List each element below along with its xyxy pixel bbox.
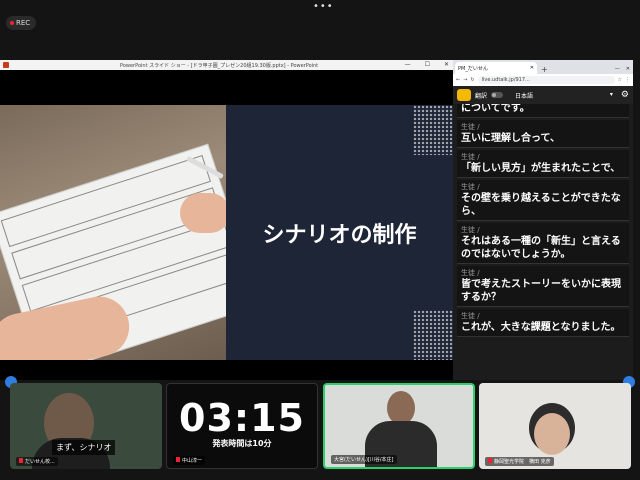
close-icon[interactable]: ✕	[626, 66, 630, 72]
more-options-icon[interactable]: •••	[313, 2, 334, 12]
timer-note: 発表時間は10分	[212, 439, 272, 448]
reload-icon[interactable]: ↻	[470, 77, 474, 83]
slide: シナリオの制作	[0, 105, 453, 360]
translate-label: 翻訳	[475, 92, 488, 100]
record-dot-icon	[10, 21, 14, 25]
udtalk-toolbar: 翻訳 日本語 ▾ ⚙	[453, 86, 633, 104]
menu-icon[interactable]: ⋮	[625, 77, 630, 83]
caption-text: それはある一種の「新生」と言えるのではないでしょうか。	[461, 236, 621, 260]
tab-title: PM_だいせん	[458, 65, 488, 72]
caption-item: 生徒 / 互いに理解し合って、	[457, 120, 629, 148]
powerpoint-window: PowerPoint スライド ショー - [ドラ甲子園_プレゼン20組19.3…	[0, 60, 453, 380]
hand	[180, 193, 226, 233]
caption-list: についてです。 生徒 / 互いに理解し合って、 生徒 / 「新しい見方」が生まれ…	[453, 104, 633, 380]
storyboard-photo	[0, 105, 226, 360]
participant-name: 静岡聖光学院 横田 克彦	[485, 457, 554, 466]
browser-window: PM_だいせん ✕ + — ✕ ← → ↻ live.udtalk.jp/917…	[453, 60, 633, 380]
caption-item: 生徒 / 皆で考えたストーリーをいかに表現するか？	[457, 266, 629, 307]
caption-text: についてです。	[461, 104, 530, 114]
rec-label: REC	[16, 19, 31, 27]
address-bar: ← → ↻ live.udtalk.jp/917... ☆ ⋮	[453, 74, 633, 86]
url-text: live.udtalk.jp/917...	[481, 77, 530, 83]
participant-name: 大宮(だいせん)[川谷/本庄]	[331, 455, 397, 464]
caption-item: 生徒 / 「新しい見方」が生まれたことで、	[457, 150, 629, 178]
url-field[interactable]: live.udtalk.jp/917...	[477, 76, 615, 84]
gear-icon[interactable]: ⚙	[621, 90, 629, 100]
powerpoint-icon	[3, 62, 9, 68]
participant-name: 中山淳一	[173, 456, 206, 465]
mic-muted-icon	[488, 458, 492, 463]
caption-text: 互いに理解し合って、	[461, 133, 560, 144]
forward-icon[interactable]: →	[463, 77, 467, 83]
participant-face	[534, 413, 570, 455]
caption-item: についてです。	[457, 104, 629, 118]
rec-indicator: REC	[6, 16, 36, 30]
video-caption: まず、シナリオ	[52, 440, 116, 455]
caption-speaker: 生徒 /	[461, 226, 480, 234]
language-value: 日本語	[515, 92, 534, 100]
slide-title-panel: シナリオの制作	[226, 105, 453, 360]
close-icon[interactable]: ✕	[444, 61, 449, 68]
caption-item: 生徒 / これが、大きな課題となりました。	[457, 309, 629, 337]
caption-speaker: 生徒 /	[461, 269, 480, 277]
participant-name: だいせん校...	[16, 457, 58, 466]
chevron-down-icon: ▾	[609, 90, 613, 98]
video-tile-active-speaker[interactable]: 大宮(だいせん)[川谷/本庄]	[323, 383, 475, 469]
minimize-icon[interactable]: —	[615, 66, 620, 72]
ppt-window-title: PowerPoint スライド ショー - [ドラ甲子園_プレゼン20組19.3…	[120, 63, 319, 69]
caption-item: 生徒 / それはある一種の「新生」と言えるのではないでしょうか。	[457, 223, 629, 264]
video-tile[interactable]: 静岡聖光学院 横田 克彦	[479, 383, 631, 469]
close-tab-icon[interactable]: ✕	[530, 65, 534, 71]
star-icon[interactable]: ☆	[618, 77, 622, 83]
new-tab-icon[interactable]: +	[541, 65, 548, 74]
mic-muted-icon	[176, 457, 180, 462]
caption-text: その壁を乗り越えることができたなら、	[461, 193, 621, 217]
caption-speaker: 生徒 /	[461, 153, 480, 161]
participant-face	[387, 391, 415, 425]
video-tile[interactable]: 03:15 発表時間は10分 中山淳一	[166, 383, 318, 469]
video-tile[interactable]: まず、シナリオ だいせん校...	[10, 383, 162, 469]
caption-speaker: 生徒 /	[461, 183, 480, 191]
back-icon[interactable]: ←	[456, 77, 460, 83]
mic-muted-icon	[19, 458, 23, 463]
caption-speaker: 生徒 /	[461, 312, 480, 320]
minimize-icon[interactable]: —	[405, 61, 411, 68]
caption-text: 「新しい見方」が生まれたことで、	[461, 163, 621, 174]
timer-display: 03:15	[179, 396, 305, 440]
translate-toggle[interactable]	[491, 92, 504, 98]
ppt-titlebar: PowerPoint スライド ショー - [ドラ甲子園_プレゼン20組19.3…	[0, 60, 453, 70]
language-select[interactable]: 日本語 ▾	[515, 91, 617, 100]
slide-title: シナリオの制作	[262, 222, 417, 248]
caption-text: これが、大きな課題となりました。	[461, 322, 621, 333]
caption-item: 生徒 / その壁を乗り越えることができたなら、	[457, 180, 629, 221]
udtalk-logo-icon	[457, 89, 471, 101]
browser-tab[interactable]: PM_だいせん ✕	[455, 62, 537, 74]
maximize-icon[interactable]: ☐	[425, 61, 430, 68]
caption-text: 皆で考えたストーリーをいかに表現するか？	[461, 279, 621, 303]
caption-speaker: 生徒 /	[461, 123, 480, 131]
browser-tabs: PM_だいせん ✕ + — ✕	[453, 60, 633, 74]
